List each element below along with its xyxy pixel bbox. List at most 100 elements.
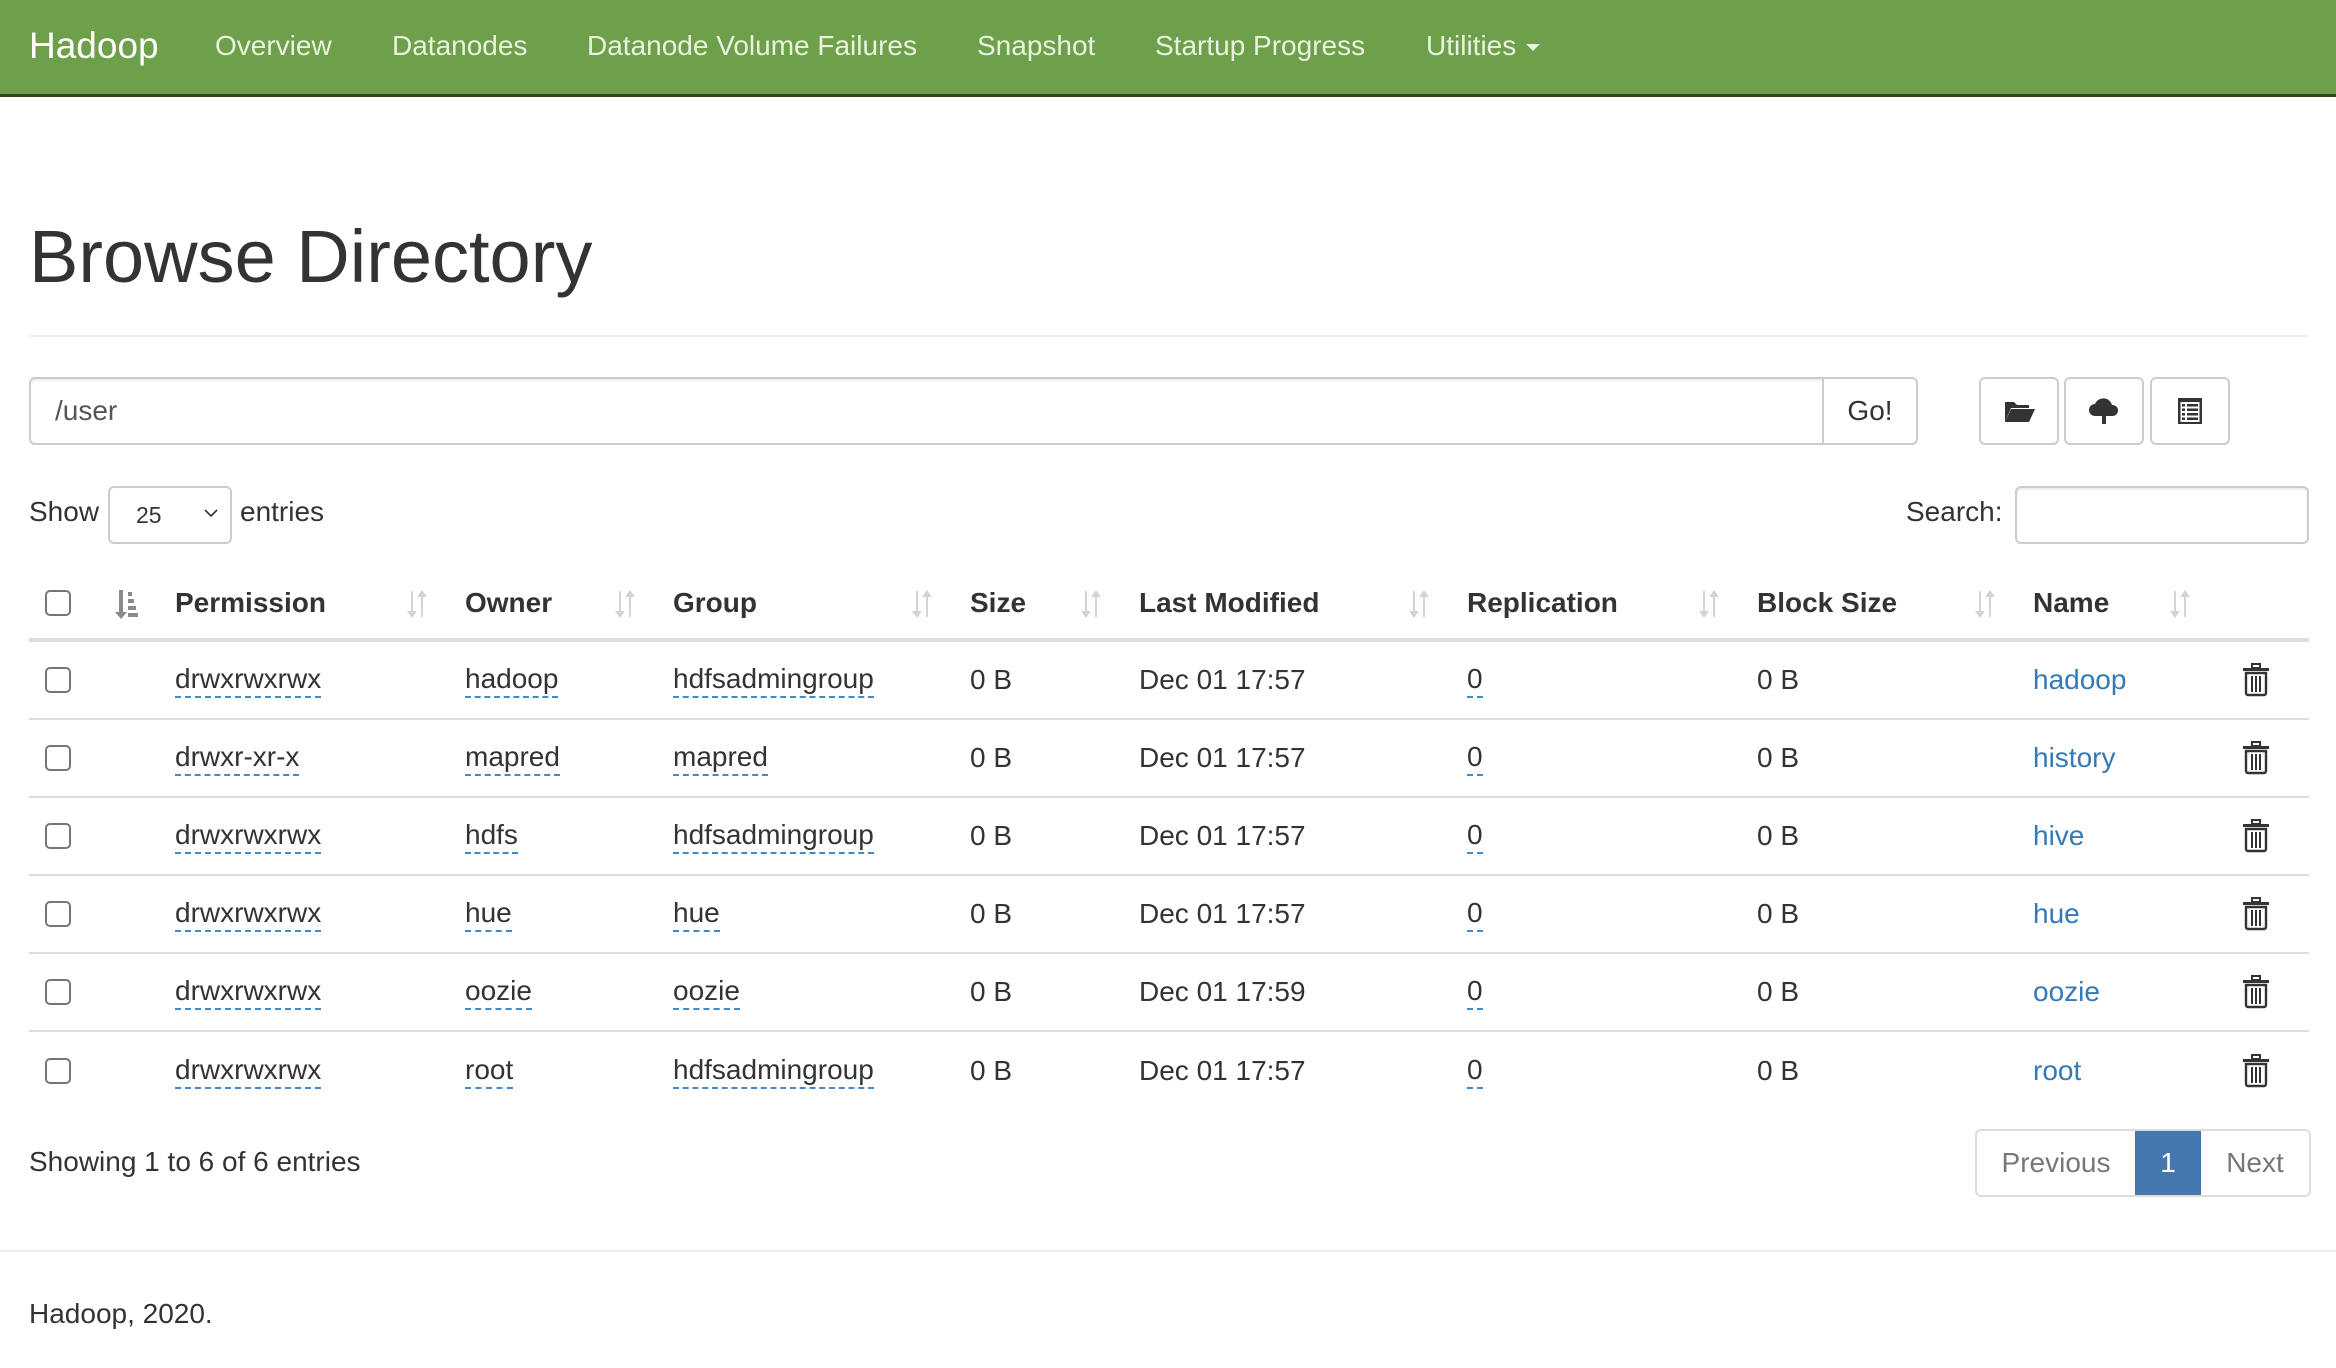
group-value[interactable]: hdfsadmingroup <box>673 663 874 698</box>
replication-value[interactable]: 0 <box>1467 1054 1483 1089</box>
row-checkbox[interactable] <box>45 1058 71 1084</box>
file-name-link[interactable]: hive <box>2033 820 2084 852</box>
file-name-link[interactable]: history <box>2033 742 2115 774</box>
file-name-link[interactable]: hadoop <box>2033 664 2126 696</box>
group-value[interactable]: mapred <box>673 741 768 776</box>
table-header: Permission Owner Group Size Last Modifie… <box>29 568 2309 642</box>
sort-icon[interactable] <box>1078 588 1104 620</box>
table-row: drwxr-xr-x mapred mapred 0 B Dec 01 17:5… <box>29 720 2309 798</box>
next-page-button[interactable]: Next <box>2201 1131 2309 1195</box>
sort-icon[interactable] <box>1972 588 1998 620</box>
last-modified-value: Dec 01 17:57 <box>1139 664 1306 695</box>
trash-icon[interactable] <box>2241 1054 2271 1088</box>
trash-icon[interactable] <box>2241 741 2271 775</box>
permission-value[interactable]: drwxrwxrwx <box>175 1054 322 1089</box>
sort-icon[interactable] <box>1696 588 1722 620</box>
file-name-link[interactable]: hue <box>2033 898 2080 930</box>
page-1-button[interactable]: 1 <box>2135 1131 2201 1195</box>
group-value[interactable]: hdfsadmingroup <box>673 1054 874 1089</box>
table-row: drwxrwxrwx hadoop hdfsadmingroup 0 B Dec… <box>29 642 2309 720</box>
replication-value[interactable]: 0 <box>1467 741 1483 776</box>
search-input[interactable] <box>2015 486 2309 544</box>
row-checkbox[interactable] <box>45 745 71 771</box>
nav-item-snapshot[interactable]: Snapshot <box>977 26 1095 66</box>
owner-value[interactable]: hadoop <box>465 663 559 698</box>
sort-icon[interactable] <box>404 588 430 620</box>
row-checkbox[interactable] <box>45 901 71 927</box>
permission-value[interactable]: drwxrwxrwx <box>175 975 322 1010</box>
trash-icon[interactable] <box>2241 897 2271 931</box>
permission-value[interactable]: drwxrwxrwx <box>175 663 322 698</box>
chevron-down-icon <box>204 509 218 518</box>
footer-divider <box>0 1250 2336 1252</box>
column-header-group[interactable]: Group <box>673 568 757 638</box>
entries-per-page-value: 25 <box>136 502 162 528</box>
nav-item-datanodes[interactable]: Datanodes <box>392 26 527 66</box>
table-row: drwxrwxrwx hue hue 0 B Dec 01 17:57 0 0 … <box>29 876 2309 954</box>
owner-value[interactable]: root <box>465 1054 514 1089</box>
group-value[interactable]: oozie <box>673 975 740 1010</box>
list-button[interactable] <box>2150 377 2230 445</box>
entries-label: entries <box>240 496 325 527</box>
column-header-permission[interactable]: Permission <box>175 568 326 638</box>
size-value: 0 B <box>970 742 1013 773</box>
entries-per-page-select[interactable]: 25 <box>108 486 232 544</box>
directory-path-input[interactable] <box>29 377 1824 445</box>
group-value[interactable]: hdfsadmingroup <box>673 819 874 854</box>
row-checkbox[interactable] <box>45 823 71 849</box>
size-value: 0 B <box>970 664 1013 695</box>
replication-value[interactable]: 0 <box>1467 975 1483 1010</box>
create-directory-button[interactable] <box>1979 377 2059 445</box>
cloud-upload-icon <box>2089 398 2119 424</box>
nav-item-utilities[interactable]: Utilities <box>1426 26 1541 66</box>
trash-icon[interactable] <box>2241 663 2271 697</box>
column-header-replication[interactable]: Replication <box>1467 568 1618 638</box>
column-header-name[interactable]: Name <box>2033 568 2109 638</box>
block-size-value: 0 B <box>1757 820 1800 851</box>
column-header-owner[interactable]: Owner <box>465 568 552 638</box>
column-header-last-modified[interactable]: Last Modified <box>1139 568 1319 638</box>
sort-icon[interactable] <box>909 588 935 620</box>
file-name-link[interactable]: oozie <box>2033 976 2100 1008</box>
last-modified-value: Dec 01 17:59 <box>1139 976 1306 1007</box>
column-header-block-size[interactable]: Block Size <box>1757 568 1897 638</box>
search-label: Search: <box>1906 496 2003 527</box>
permission-value[interactable]: drwxr-xr-x <box>175 741 300 776</box>
row-checkbox[interactable] <box>45 979 71 1005</box>
permission-value[interactable]: drwxrwxrwx <box>175 897 322 932</box>
caret-down-icon <box>1526 44 1541 52</box>
sort-asc-active-icon[interactable] <box>113 588 139 620</box>
sort-icon[interactable] <box>2167 588 2193 620</box>
trash-icon[interactable] <box>2241 819 2271 853</box>
previous-page-button[interactable]: Previous <box>1977 1131 2135 1195</box>
owner-value[interactable]: hdfs <box>465 819 518 854</box>
owner-value[interactable]: hue <box>465 897 512 932</box>
file-table: Permission Owner Group Size Last Modifie… <box>29 568 2309 1110</box>
owner-value[interactable]: mapred <box>465 741 560 776</box>
row-checkbox[interactable] <box>45 667 71 693</box>
block-size-value: 0 B <box>1757 1055 1800 1086</box>
replication-value[interactable]: 0 <box>1467 663 1483 698</box>
nav-item-overview[interactable]: Overview <box>215 26 332 66</box>
permission-value[interactable]: drwxrwxrwx <box>175 819 322 854</box>
nav-item-startup-progress[interactable]: Startup Progress <box>1155 26 1365 66</box>
upload-button[interactable] <box>2064 377 2144 445</box>
table-body: drwxrwxrwx hadoop hdfsadmingroup 0 B Dec… <box>29 642 2309 1110</box>
sort-icon[interactable] <box>1406 588 1432 620</box>
nav-item-datanode-volume-failures[interactable]: Datanode Volume Failures <box>587 26 917 66</box>
group-value[interactable]: hue <box>673 897 720 932</box>
go-button[interactable]: Go! <box>1822 377 1918 445</box>
select-all-checkbox[interactable] <box>45 590 71 616</box>
brand-link[interactable]: Hadoop <box>29 22 159 70</box>
sort-icon[interactable] <box>612 588 638 620</box>
replication-value[interactable]: 0 <box>1467 897 1483 932</box>
replication-value[interactable]: 0 <box>1467 819 1483 854</box>
column-header-size[interactable]: Size <box>970 568 1026 638</box>
trash-icon[interactable] <box>2241 975 2271 1009</box>
size-value: 0 B <box>970 820 1013 851</box>
table-row: drwxrwxrwx oozie oozie 0 B Dec 01 17:59 … <box>29 954 2309 1032</box>
owner-value[interactable]: oozie <box>465 975 532 1010</box>
table-row: drwxrwxrwx root hdfsadmingroup 0 B Dec 0… <box>29 1032 2309 1110</box>
pagination: Previous 1 Next <box>1975 1129 2311 1197</box>
file-name-link[interactable]: root <box>2033 1055 2081 1087</box>
